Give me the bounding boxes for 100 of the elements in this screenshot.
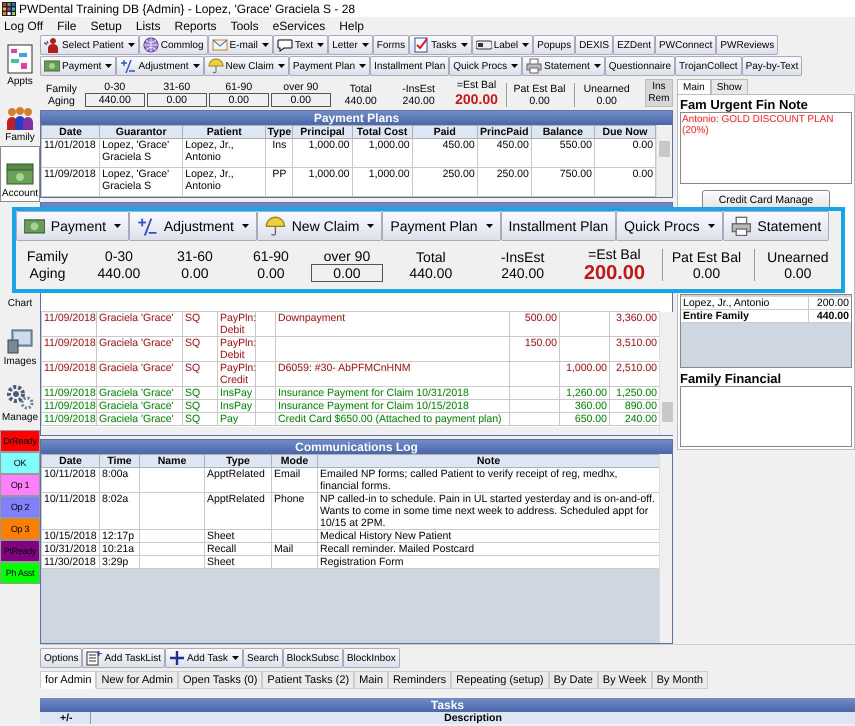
- status-button[interactable]: DrReady: [0, 430, 40, 452]
- toolbar-button[interactable]: TrojanCollect: [675, 56, 742, 76]
- toolbar-button[interactable]: Statement: [522, 56, 605, 76]
- tab[interactable]: New for Admin: [96, 671, 178, 689]
- toolbar-button[interactable]: Quick Procs: [616, 211, 723, 241]
- column-header: Principal: [292, 126, 352, 138]
- balance-value: 0.00: [529, 95, 550, 107]
- caret-icon: [278, 64, 285, 68]
- menu-item[interactable]: File: [57, 18, 76, 32]
- toolbar-button[interactable]: Payment: [40, 56, 116, 76]
- tab[interactable]: Main: [677, 79, 711, 94]
- module-button[interactable]: Images: [0, 314, 40, 370]
- column-header: Patient: [182, 126, 266, 138]
- ins-rem-button[interactable]: Ins Rem: [644, 79, 674, 107]
- grid-title: Tasks: [40, 698, 855, 712]
- scrollbar[interactable]: [656, 125, 672, 197]
- table-cell: Lopez, 'Grace' Graciela S: [100, 168, 183, 196]
- toolbar-button[interactable]: Quick Procs: [449, 56, 522, 76]
- toolbar-button[interactable]: Options: [40, 648, 82, 668]
- toolbar-button[interactable]: Questionnaire: [604, 56, 676, 76]
- column-header: Due Now: [594, 126, 656, 138]
- caret-icon: [362, 43, 369, 47]
- table-cell: 1,000.00: [292, 168, 352, 196]
- toolbar-button[interactable]: Label: [472, 35, 534, 55]
- toolbar-button[interactable]: PWConnect: [655, 35, 716, 55]
- toolbar-button[interactable]: Installment Plan: [500, 211, 616, 241]
- toolbar-button[interactable]: PWReviews: [716, 35, 778, 55]
- toolbar-button[interactable]: Payment Plan: [382, 211, 501, 241]
- menu-item[interactable]: Tools: [230, 18, 259, 32]
- total-value: 440.00: [409, 265, 452, 281]
- toolbar-button[interactable]: New Claim: [256, 211, 382, 241]
- menu-item[interactable]: Reports: [174, 18, 217, 32]
- toolbar-button[interactable]: Adjustment: [116, 56, 204, 76]
- status-button[interactable]: Op 3: [0, 518, 40, 540]
- table-cell: PayPln: Credit: [218, 362, 256, 386]
- tab[interactable]: Patient Tasks (2): [262, 671, 354, 689]
- table-cell: ApptRelated: [204, 468, 272, 492]
- toolbar-button[interactable]: Adjustment: [129, 211, 257, 241]
- toolbar-button[interactable]: Installment Plan: [370, 56, 450, 76]
- scrollbar[interactable]: [659, 312, 675, 435]
- toolbar-button[interactable]: DEXIS: [575, 35, 614, 55]
- module-button[interactable]: Account: [0, 146, 40, 202]
- toolbar-button[interactable]: Popups: [533, 35, 576, 55]
- menu-item[interactable]: eServices: [272, 18, 326, 32]
- table-cell: 1,000.00: [352, 138, 412, 168]
- toolbar-button[interactable]: Payment: [16, 211, 130, 241]
- status-button[interactable]: Op 2: [0, 496, 40, 518]
- printer-icon: [526, 58, 542, 74]
- column-header: Name: [140, 454, 204, 468]
- tab[interactable]: By Week: [598, 671, 652, 689]
- toolbar-button[interactable]: Add Task: [164, 648, 243, 668]
- module-button[interactable]: Chart: [0, 294, 40, 314]
- scrollbar[interactable]: [41, 427, 659, 435]
- tab[interactable]: By Month: [652, 671, 708, 689]
- toolbar-button[interactable]: Text: [272, 35, 328, 55]
- toolbar-button[interactable]: Tasks: [409, 35, 472, 55]
- note-field[interactable]: Antonio: GOLD DISCOUNT PLAN (20%): [680, 112, 852, 184]
- toolbar-button[interactable]: Search: [242, 648, 283, 668]
- scrollbar[interactable]: [659, 454, 672, 643]
- caret-icon: [242, 224, 249, 228]
- status-button[interactable]: Ph Asst: [0, 562, 40, 584]
- toolbar-button[interactable]: BlockSubsc: [282, 648, 343, 668]
- tab[interactable]: By Date: [548, 671, 598, 689]
- toolbar-button[interactable]: Statement: [722, 211, 830, 241]
- table-cell: 1,000.00: [352, 168, 412, 196]
- menu-item[interactable]: Lists: [136, 18, 161, 32]
- text-field[interactable]: [680, 386, 852, 447]
- column-header: +/-: [40, 712, 91, 724]
- menu-item[interactable]: Log Off: [4, 18, 44, 32]
- toolbar-button[interactable]: E-mail: [208, 35, 273, 55]
- tab[interactable]: Show: [710, 79, 748, 94]
- menu-item[interactable]: Help: [339, 18, 364, 32]
- tab[interactable]: for Admin: [40, 671, 96, 689]
- column-header: Description: [443, 712, 503, 724]
- toolbar-button[interactable]: New Claim: [204, 56, 289, 76]
- tab[interactable]: Main: [354, 671, 388, 689]
- tab[interactable]: Repeating (setup): [451, 671, 549, 689]
- toolbar-button[interactable]: Payment Plan: [288, 56, 370, 76]
- toolbar-button[interactable]: EZDent: [613, 35, 655, 55]
- toolbar-button[interactable]: Forms: [372, 35, 410, 55]
- column-header: Type: [204, 454, 272, 468]
- toolbar-button[interactable]: Letter: [328, 35, 373, 55]
- tab[interactable]: Reminders: [388, 671, 452, 689]
- tab[interactable]: Open Tasks (0): [178, 671, 262, 689]
- table-cell: Lopez, 'Grace' Graciela S: [100, 138, 183, 168]
- total-value: 240.00: [402, 95, 435, 107]
- menu-item[interactable]: Setup: [90, 18, 122, 32]
- module-button[interactable]: Family: [0, 90, 40, 146]
- toolbar-button[interactable]: BlockInbox: [342, 648, 400, 668]
- toolbar-button[interactable]: Select Patient: [40, 35, 139, 55]
- module-button[interactable]: Appts: [0, 34, 40, 90]
- table-cell: Entire Family: [681, 310, 809, 322]
- toolbar-button[interactable]: Commlog: [138, 35, 208, 55]
- module-button[interactable]: Manage: [0, 370, 40, 426]
- status-button[interactable]: OK: [0, 452, 40, 474]
- column-header: Guarantor: [100, 126, 183, 138]
- toolbar-button[interactable]: Add TaskList: [82, 648, 165, 668]
- toolbar-button[interactable]: Pay-by-Text: [742, 56, 802, 76]
- table-cell: [272, 530, 318, 542]
- status-button[interactable]: Op 1: [0, 474, 40, 496]
